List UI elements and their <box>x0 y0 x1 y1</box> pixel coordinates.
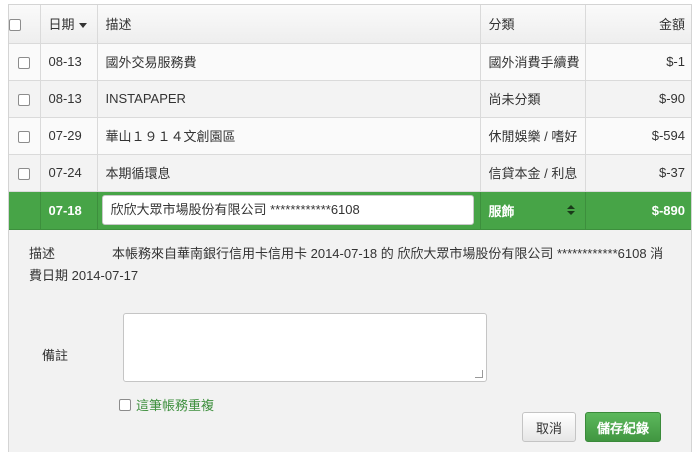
note-textarea[interactable] <box>123 313 487 382</box>
amount-column-header: 金額 <box>584 5 691 44</box>
select-all-checkbox[interactable] <box>9 18 21 31</box>
row-check-cell <box>9 42 41 81</box>
category-header-label: 分類 <box>488 17 515 33</box>
row-description: 國外交易服務費 <box>96 42 481 81</box>
duplicate-option[interactable]: 這筆帳務重複 <box>119 395 214 414</box>
row-amount: $-90 <box>584 79 691 118</box>
row-amount: $-594 <box>584 116 691 155</box>
row-description: 本期循環息 <box>96 153 481 192</box>
sort-desc-icon <box>78 23 87 29</box>
category-select[interactable]: 服飾 <box>479 190 586 230</box>
selected-row-amount: $-890 <box>584 190 691 230</box>
row-checkbox[interactable] <box>18 93 31 106</box>
row-date: 08-13 <box>39 42 98 81</box>
amount-header-label: 金額 <box>658 17 685 33</box>
duplicate-checkbox[interactable] <box>119 398 131 411</box>
row-category: 尚未分類 <box>479 79 586 118</box>
row-date: 08-13 <box>39 79 98 118</box>
duplicate-label[interactable]: 這筆帳務重複 <box>136 395 214 414</box>
row-category: 信貸本金 / 利息 <box>479 153 586 192</box>
table-row[interactable]: 07-29 華山１９１４文創園區 休閒娛樂 / 嗜好 $-594 <box>9 116 691 155</box>
row-check-cell <box>9 153 41 192</box>
select-arrows-icon <box>566 205 575 215</box>
category-select-value: 服飾 <box>488 203 515 219</box>
row-checkbox[interactable] <box>18 167 31 180</box>
category-column-header: 分類 <box>479 5 586 44</box>
transaction-table: 日期 描述 分類 金額 08-13 國外交易服務費 國外消費手續費 $-1 08… <box>9 5 691 230</box>
table-row[interactable]: 07-24 本期循環息 信貸本金 / 利息 $-37 <box>9 153 691 192</box>
row-checkbox[interactable] <box>18 130 31 143</box>
table-header-row: 日期 描述 分類 金額 <box>9 5 691 44</box>
detail-text: 本帳務來自華南銀行信用卡信用卡 2014-07-18 的 欣欣大眾市場股份有限公… <box>29 246 664 283</box>
row-category: 國外消費手續費 <box>479 42 586 81</box>
note-label: 備註 <box>42 348 69 363</box>
selected-description-cell: 欣欣大眾市場股份有限公司 ************6108 <box>96 190 481 230</box>
cancel-button[interactable]: 取消 <box>522 412 576 442</box>
row-description: INSTAPAPER <box>96 79 481 118</box>
row-description: 華山１９１４文創園區 <box>96 116 481 155</box>
save-button[interactable]: 儲存紀錄 <box>585 412 661 442</box>
resize-grip-icon[interactable] <box>475 370 483 378</box>
select-all-cell <box>9 5 41 44</box>
row-check-cell <box>9 116 41 155</box>
description-column-header: 描述 <box>96 5 481 44</box>
row-amount: $-1 <box>584 42 691 81</box>
date-header-label: 日期 <box>48 17 75 33</box>
table-row[interactable]: 08-13 國外交易服務費 國外消費手續費 $-1 <box>9 42 691 81</box>
table-row[interactable]: 08-13 INSTAPAPER 尚未分類 $-90 <box>9 79 691 118</box>
selected-table-row[interactable]: 07-18 欣欣大眾市場股份有限公司 ************6108 服飾 $… <box>9 190 691 230</box>
row-category: 休閒娛樂 / 嗜好 <box>479 116 586 155</box>
row-check-cell <box>9 79 41 118</box>
selected-row-date: 07-18 <box>39 190 98 230</box>
transaction-panel: 日期 描述 分類 金額 08-13 國外交易服務費 國外消費手續費 $-1 08… <box>8 4 692 452</box>
row-date: 07-24 <box>39 153 98 192</box>
date-column-header[interactable]: 日期 <box>39 5 98 44</box>
row-check-cell <box>9 190 41 230</box>
description-header-label: 描述 <box>105 17 132 33</box>
row-date: 07-29 <box>39 116 98 155</box>
row-amount: $-37 <box>584 153 691 192</box>
row-checkbox[interactable] <box>18 56 31 69</box>
description-input[interactable]: 欣欣大眾市場股份有限公司 ************6108 <box>101 195 474 225</box>
